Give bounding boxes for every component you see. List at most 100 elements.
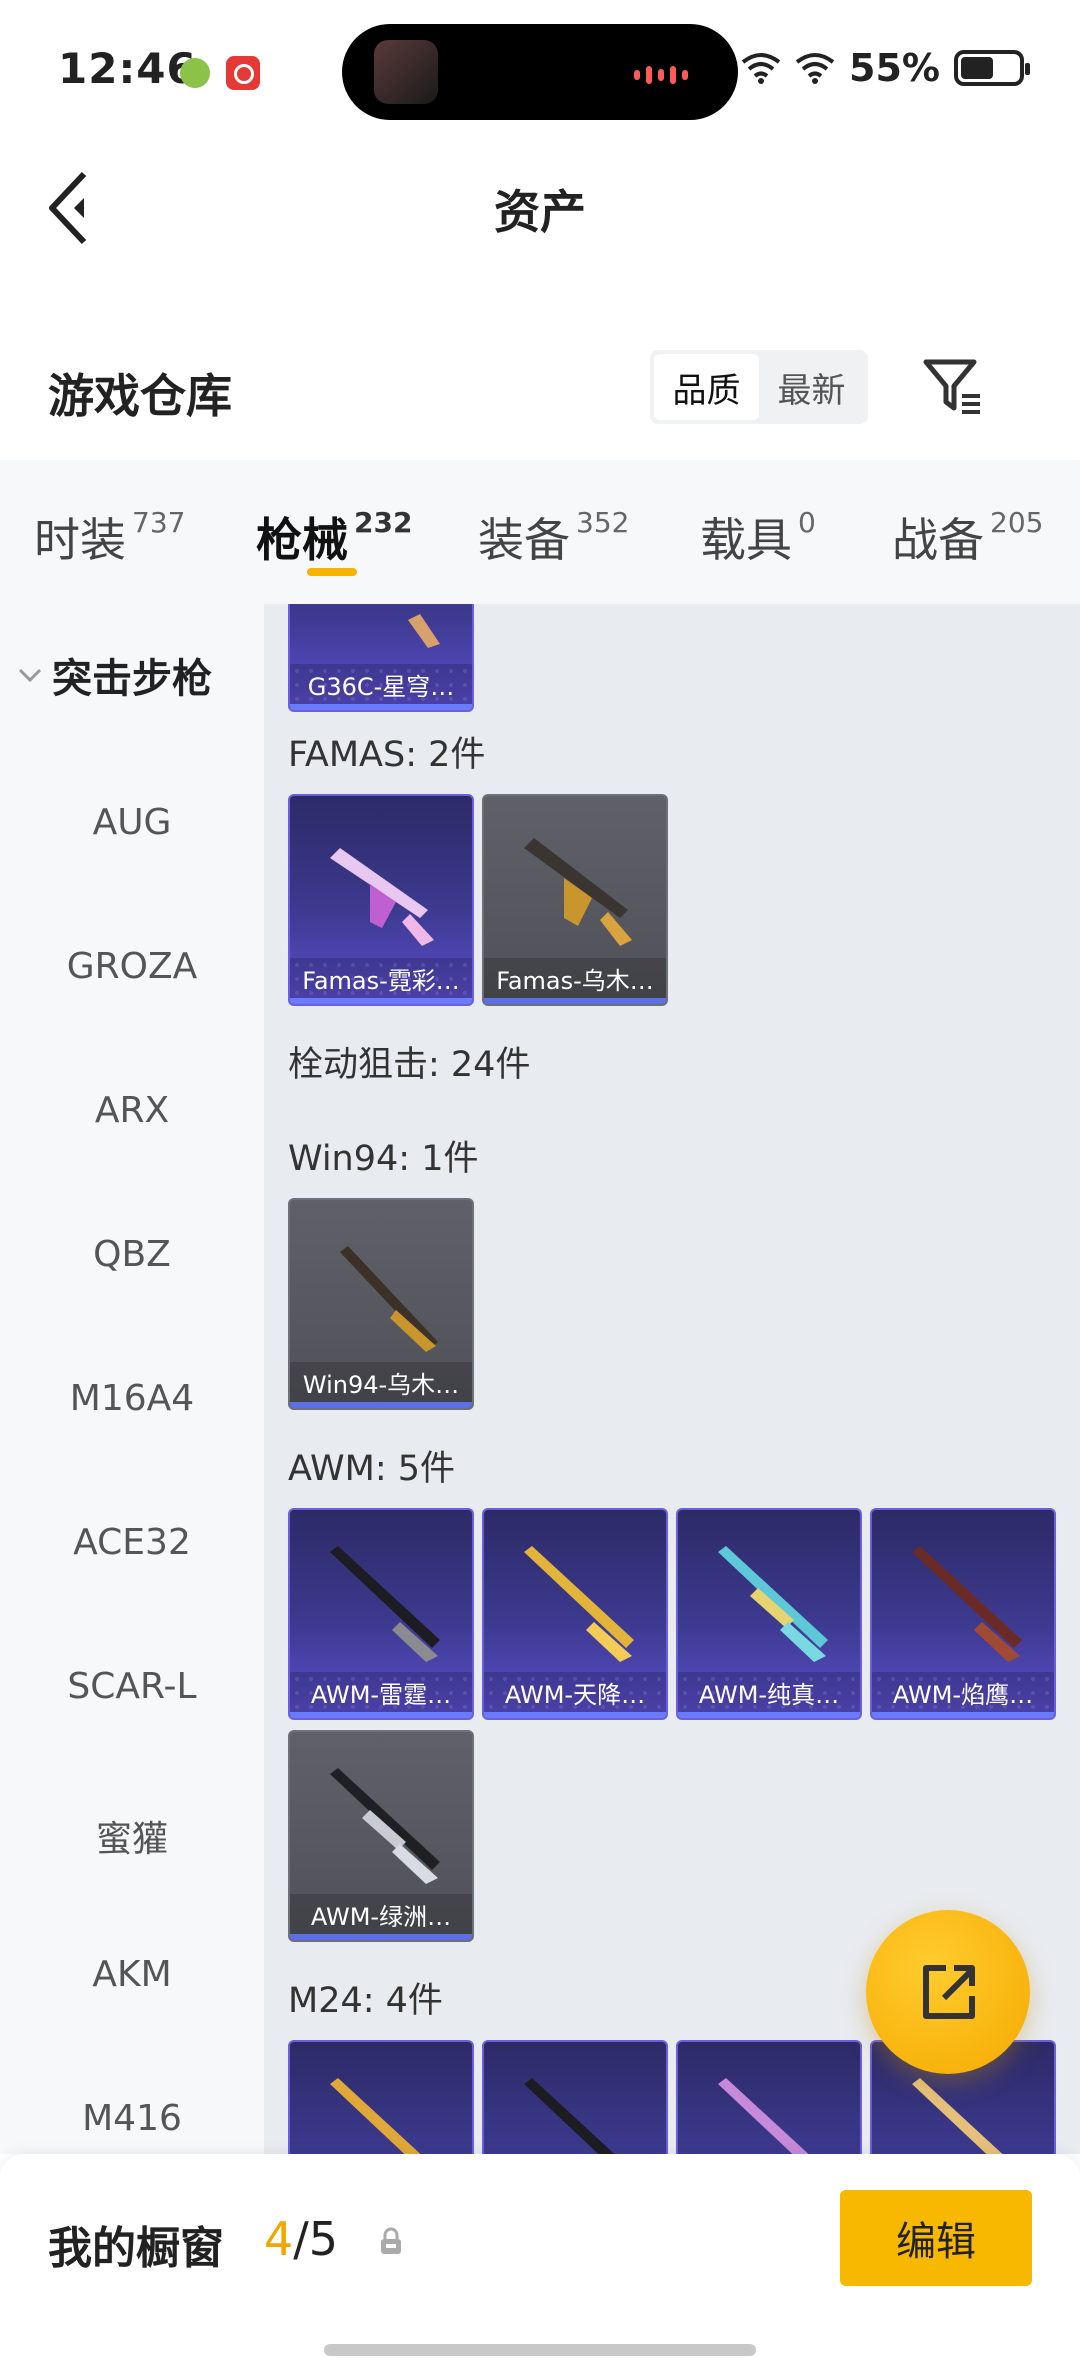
wifi-icon — [741, 53, 781, 84]
section-label-bolt-action: 栓动狙击: 24件 — [288, 1045, 531, 1085]
sort-toggle: 品质 最新 — [650, 350, 868, 424]
weapon-type-sidebar: 突击步枪 AUG GROZA ARX QBZ M16A4 ACE32 SCAR-… — [0, 604, 264, 2154]
sniper-rifle-icon — [330, 1546, 440, 1662]
sidebar-item-groza[interactable]: GROZA — [0, 946, 264, 987]
share-button[interactable] — [866, 1910, 1030, 2074]
section-label-m24: M24: 4件 — [288, 1981, 443, 2021]
showcase-count: 4/5 — [264, 2212, 338, 2266]
weapon-card-name: Famas-乌木… — [484, 958, 666, 998]
music-app-icon — [226, 56, 260, 90]
battery-icon — [954, 50, 1030, 86]
app-notification-icon — [180, 58, 210, 88]
status-bar: 12:46 55% — [0, 0, 1080, 140]
weapon-card[interactable]: AWM-天降… — [482, 1508, 668, 1720]
sidebar-item-m416[interactable]: M416 — [0, 2098, 264, 2139]
weapon-card-name: G36C-星穹… — [290, 664, 472, 704]
filter-icon[interactable] — [922, 356, 984, 416]
rifle-icon — [408, 614, 440, 648]
weapon-card[interactable]: Famas-乌木… — [482, 794, 668, 1006]
tab-gear[interactable]: 战备 205 — [892, 504, 1043, 570]
sidebar-item-ace32[interactable]: ACE32 — [0, 1522, 264, 1563]
sniper-rifle-icon — [330, 1768, 440, 1884]
sidebar-category-label: 突击步枪 — [52, 656, 212, 702]
sniper-rifle-icon — [718, 2078, 809, 2154]
now-playing-artwork — [374, 40, 438, 104]
tab-count: 0 — [798, 506, 816, 539]
weapon-card[interactable]: Famas-霓彩… — [288, 794, 474, 1006]
sidebar-item-qbz[interactable]: QBZ — [0, 1234, 264, 1275]
rifle-icon — [524, 838, 632, 946]
showcase-separator: / — [293, 2212, 309, 2266]
weapon-card-name: Win94-乌木… — [290, 1362, 472, 1402]
tab-label: 装备 — [478, 513, 570, 567]
weapon-card[interactable] — [676, 2040, 862, 2154]
tab-vehicles[interactable]: 载具 0 — [700, 504, 816, 570]
weapon-card[interactable]: AWM-绿洲… — [288, 1730, 474, 1942]
edit-button[interactable]: 编辑 — [840, 2190, 1032, 2286]
tab-count: 352 — [576, 506, 630, 539]
tab-label: 时装 — [34, 513, 126, 567]
sniper-rifle-icon — [912, 2078, 1003, 2154]
rifle-icon — [330, 848, 434, 946]
audio-wave-icon — [634, 64, 698, 84]
weapon-card-name: AWM-纯真… — [678, 1672, 860, 1712]
battery-percent: 55% — [849, 46, 940, 90]
sidebar-item-m16a4[interactable]: M16A4 — [0, 1378, 264, 1419]
top-nav: 资产 — [0, 140, 1080, 270]
lock-icon — [381, 2227, 401, 2254]
tab-weapons[interactable]: 枪械 232 — [256, 504, 412, 570]
section-label-awm: AWM: 5件 — [288, 1449, 456, 1489]
page-title: 资产 — [494, 185, 586, 239]
tab-label: 枪械 — [256, 513, 348, 567]
home-indicator[interactable] — [324, 2344, 756, 2356]
tab-label: 载具 — [700, 513, 792, 567]
sidebar-item-akm[interactable]: AKM — [0, 1954, 264, 1995]
section-label-win94: Win94: 1件 — [288, 1139, 479, 1179]
weapon-card[interactable] — [482, 2040, 668, 2154]
weapon-card-name: AWM-天降… — [484, 1672, 666, 1712]
section-label-famas: FAMAS: 2件 — [288, 735, 486, 775]
showcase-current: 4 — [264, 2212, 294, 2266]
weapon-card[interactable]: AWM-焰鹰… — [870, 1508, 1056, 1720]
tab-label: 战备 — [892, 513, 984, 567]
category-tabs: 时装 737 枪械 232 装备 352 载具 0 战备 205 — [0, 460, 1080, 604]
share-external-icon — [923, 1965, 975, 2019]
sidebar-category-header[interactable]: 突击步枪 — [18, 646, 212, 704]
showcase-bar: 我的橱窗 4/5 编辑 — [0, 2154, 1080, 2376]
sniper-rifle-icon — [912, 1546, 1022, 1662]
sniper-rifle-icon — [718, 1546, 828, 1662]
showcase-label: 我的橱窗 — [48, 2223, 224, 2274]
warehouse-row: 游戏仓库 品质 最新 — [0, 300, 1080, 460]
weapon-card-name: AWM-焰鹰… — [872, 1672, 1054, 1712]
sort-by-quality[interactable]: 品质 — [654, 354, 759, 420]
tab-count: 232 — [354, 506, 413, 539]
weapon-card[interactable]: AWM-雷霆… — [288, 1508, 474, 1720]
tab-count: 205 — [990, 506, 1044, 539]
tab-count: 737 — [132, 506, 186, 539]
weapon-card-name: AWM-绿洲… — [290, 1894, 472, 1934]
weapon-card-name: AWM-雷霆… — [290, 1672, 472, 1712]
sniper-rifle-icon — [524, 2078, 615, 2154]
sidebar-item-aug[interactable]: AUG — [0, 802, 264, 843]
tab-equipment[interactable]: 装备 352 — [478, 504, 629, 570]
active-tab-indicator — [307, 568, 357, 576]
showcase-total: 5 — [308, 2212, 339, 2266]
chevron-down-icon — [18, 668, 42, 683]
weapon-card[interactable]: Win94-乌木… — [288, 1198, 474, 1410]
sniper-rifle-icon — [330, 2078, 421, 2154]
weapon-card-name: Famas-霓彩… — [290, 958, 472, 998]
rifle-icon — [340, 1246, 438, 1352]
weapon-card[interactable]: G36C-星穹… — [288, 604, 474, 712]
status-time: 12:46 — [58, 44, 197, 93]
weapon-card[interactable] — [288, 2040, 474, 2154]
sort-by-newest[interactable]: 最新 — [759, 354, 864, 420]
dynamic-island[interactable] — [342, 24, 738, 120]
wifi-icon — [795, 53, 835, 84]
tab-outfits[interactable]: 时装 737 — [34, 504, 185, 570]
warehouse-title: 游戏仓库 — [48, 369, 232, 423]
weapon-card[interactable]: AWM-纯真… — [676, 1508, 862, 1720]
sidebar-item-arx[interactable]: ARX — [0, 1090, 264, 1131]
status-right: 55% — [741, 46, 1030, 90]
sidebar-item-honey-badger[interactable]: 蜜獾 — [0, 1810, 264, 1862]
sidebar-item-scar-l[interactable]: SCAR-L — [0, 1666, 264, 1707]
